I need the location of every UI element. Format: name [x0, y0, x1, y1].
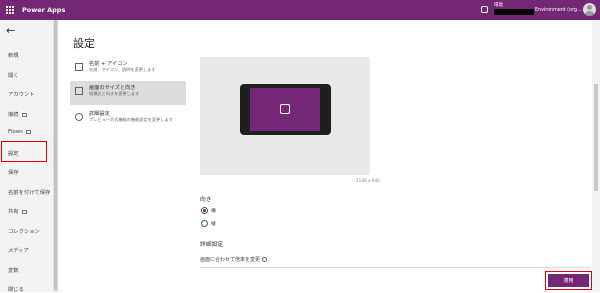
screen-dimensions: 1136 x 640: [356, 178, 380, 183]
environment-name: Environment (org...: [535, 8, 582, 13]
orientation-landscape-label: 横: [211, 209, 216, 214]
orientation-landscape-radio[interactable]: [201, 207, 208, 214]
environment-label: 環境: [494, 3, 503, 8]
sidebar-item-new[interactable]: 新規: [8, 51, 19, 59]
screen-orientation-icon: [75, 87, 83, 95]
external-link-icon: [21, 112, 27, 117]
orientation-portrait-radio[interactable]: [201, 220, 208, 227]
scale-to-fit-text: 画面に合わせて倍率を変更: [200, 257, 261, 263]
sidebar-item-share[interactable]: 共有: [8, 207, 27, 215]
option-title: 画面のサイズと向き: [89, 85, 136, 91]
scale-to-fit-label: 画面に合わせて倍率を変更: [200, 256, 268, 263]
app-title: Power Apps: [22, 6, 66, 14]
top-bar: Power Apps 環境 Environment (org...: [0, 0, 600, 20]
orientation-portrait-label: 縦: [211, 222, 216, 227]
settings-highlight-box: [1, 141, 47, 162]
advanced-label: 詳細設定: [200, 242, 224, 248]
sidebar-item-open[interactable]: 開く: [8, 71, 19, 79]
sidebar-item-save-as[interactable]: 名前を付けて保存: [8, 188, 50, 196]
sidebar-item-flows[interactable]: Flows: [8, 129, 31, 135]
screen-preview: [200, 57, 370, 175]
sidebar: ← 新規 開く アカウント 接続 Flows 設定 保存 名前を付けて保存 共有…: [0, 20, 59, 293]
option-description: 名前、アイコン、説明を変更します: [89, 67, 156, 72]
option-title: 詳細設定: [89, 111, 110, 117]
gear-icon: [75, 113, 83, 121]
external-link-icon: [21, 209, 27, 214]
option-screen-size[interactable]: 画面のサイズと向き 縦横比と向きを変更します: [70, 81, 186, 105]
external-link-icon: [25, 129, 31, 134]
avatar[interactable]: [583, 3, 596, 16]
sidebar-item-account[interactable]: アカウント: [8, 90, 35, 98]
option-advanced[interactable]: 詳細設定 プレビュー方式機能の機能設定を変更します: [70, 107, 186, 141]
orientation-label: 向き: [200, 197, 212, 203]
app-launcher-icon[interactable]: [0, 0, 20, 20]
sidebar-scrollbar-thumb[interactable]: [54, 20, 57, 290]
option-name-icon[interactable]: 名前 + アイコン 名前、アイコン、説明を変更します: [70, 57, 186, 81]
sidebar-item-variables[interactable]: 変数: [8, 266, 19, 274]
redacted-block: [494, 9, 534, 15]
device-frame: [240, 84, 331, 135]
footer-divider: [200, 267, 590, 268]
sidebar-item-media[interactable]: メディア: [8, 246, 29, 254]
app-tile-icon: [75, 63, 83, 71]
option-title: 名前 + アイコン: [89, 61, 128, 67]
option-description: 縦横比と向きを変更します: [89, 91, 140, 96]
environment-icon: [481, 6, 488, 13]
device-screen: [250, 88, 320, 131]
back-arrow-icon[interactable]: ←: [6, 25, 15, 36]
info-icon[interactable]: [262, 257, 268, 262]
sidebar-item-label: Flows: [8, 129, 23, 135]
page-title: 設定: [73, 37, 95, 50]
sidebar-item-label: 共有: [8, 209, 19, 215]
option-description: プレビュー方式機能の機能設定を変更します: [89, 117, 173, 122]
sidebar-item-collections[interactable]: コレクション: [8, 227, 40, 235]
sidebar-item-label: 接続: [8, 112, 19, 118]
environment-picker[interactable]: 環境 Environment (org...: [481, 2, 581, 18]
sidebar-item-connections[interactable]: 接続: [8, 110, 27, 118]
power-apps-logo-icon: [280, 104, 290, 114]
main-scrollbar-thumb[interactable]: [594, 84, 598, 191]
sidebar-item-save[interactable]: 保存: [8, 168, 19, 176]
apply-highlight-box: [545, 271, 592, 290]
